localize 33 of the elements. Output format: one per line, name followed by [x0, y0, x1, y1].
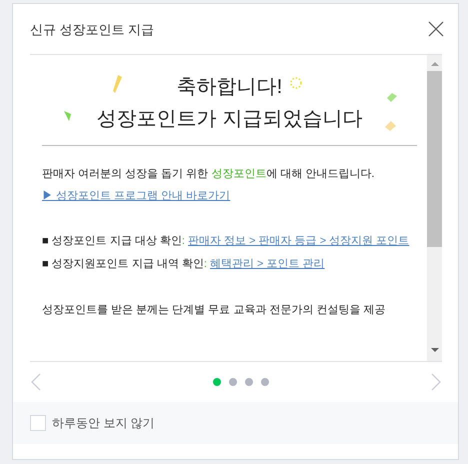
closing-sentence: 성장포인트를 받은 분께는 단계별 무료 교육과 전문가의 컨설팅을 제공	[42, 303, 386, 318]
page-dot[interactable]	[229, 378, 237, 386]
colon-separator: :	[204, 258, 207, 270]
confetti-icon	[64, 111, 72, 122]
page-dot[interactable]	[213, 378, 221, 386]
next-button[interactable]	[430, 373, 442, 391]
heading-line: 성장포인트가 지급되었습니다	[96, 107, 362, 132]
chevron-left-icon	[30, 373, 42, 391]
chevron-right-icon	[430, 373, 442, 391]
scroll-thumb[interactable]	[427, 71, 442, 247]
menu-path-link[interactable]: 판매자 정보 > 판매자 등급 > 성장지원 포인트	[188, 235, 410, 247]
scroll-down-icon[interactable]	[430, 347, 438, 353]
check-label: ■ 성장지원포인트 지급 내역 확인	[42, 258, 204, 270]
scroll-up-icon[interactable]	[430, 61, 438, 67]
dialog-title: 신규 성장포인트 지급	[30, 21, 154, 39]
menu-path-link[interactable]: 혜택관리 > 포인트 관리	[210, 258, 325, 270]
confetti-icon	[385, 121, 396, 131]
check-label: ■ 성장포인트 지급 대상 확인	[42, 235, 182, 247]
heading-line: 축하합니다!	[176, 75, 282, 100]
scrollbar[interactable]	[427, 55, 442, 361]
previous-button[interactable]	[30, 373, 42, 391]
checkbox-label: 하루동안 보지 않기	[52, 414, 155, 432]
program-guide-link[interactable]: ▶ 성장포인트 프로그램 안내 바로가기	[42, 190, 230, 202]
confetti-icon	[290, 77, 302, 89]
close-button[interactable]	[428, 21, 444, 37]
confetti-icon	[112, 75, 124, 95]
colon-separator: :	[182, 235, 185, 247]
page-dot[interactable]	[245, 378, 253, 386]
checkbox[interactable]	[30, 415, 46, 431]
confetti-icon	[387, 93, 397, 102]
page-dot[interactable]	[261, 378, 269, 386]
intro-sentence: 판매자 여러분의 성장을 돕기 위한 성장포인트에 대해 안내드립니다.	[42, 167, 376, 182]
close-icon	[428, 21, 444, 37]
